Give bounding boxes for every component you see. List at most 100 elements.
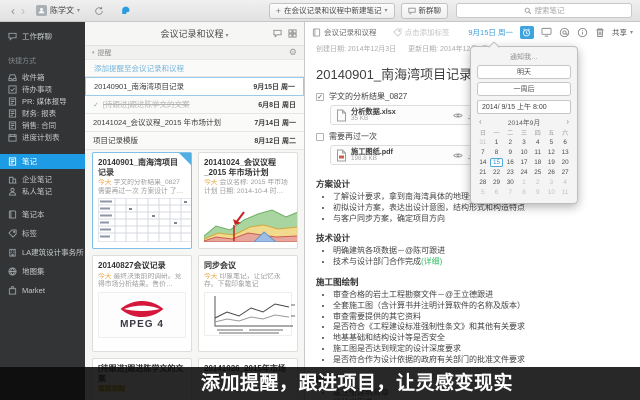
- reminder-datetime-input[interactable]: 2014/ 9/15 上午 8:00: [477, 100, 571, 114]
- gear-icon[interactable]: ⚙: [289, 48, 297, 57]
- note-card[interactable]: 同步会议 今天 印象笔记，让记忆永存。下载印象笔记: [198, 255, 298, 352]
- checkbox-unchecked[interactable]: [316, 132, 324, 141]
- preview-eye-icon[interactable]: [453, 152, 463, 159]
- calendar-day[interactable]: 9: [503, 148, 517, 157]
- calendar-day[interactable]: 6: [558, 138, 572, 147]
- calendar-day[interactable]: 4: [558, 178, 572, 187]
- calendar-day[interactable]: 31: [476, 138, 490, 147]
- calendar-day[interactable]: 3: [545, 178, 559, 187]
- search-input[interactable]: 搜索笔记: [456, 3, 632, 18]
- attachment-pdf[interactable]: 施工图纸.pdf 198.8 KB: [330, 145, 482, 165]
- calendar-day[interactable]: 26: [545, 168, 559, 177]
- reminders-section-header[interactable]: ▾ 提醒 ⚙: [85, 46, 304, 60]
- calendar-day[interactable]: 30: [503, 178, 517, 187]
- sidebar-item-todos[interactable]: 待办事项: [0, 83, 85, 95]
- sidebar-item-business-notes[interactable]: 企业笔记: [0, 173, 85, 185]
- calendar-day[interactable]: 18: [531, 158, 545, 167]
- calendar-day[interactable]: 14: [476, 158, 490, 167]
- sidebar-item-business[interactable]: LA建筑设计事务所: [0, 243, 85, 262]
- reminder-row-done[interactable]: ✓ [待跟进]跟进陈学文的文案 6月8日 周日: [85, 96, 304, 114]
- calendar-day[interactable]: 12: [545, 148, 559, 157]
- calendar-day[interactable]: 11: [558, 188, 572, 197]
- sidebar-item-notebooks[interactable]: 笔记本: [0, 205, 85, 224]
- calendar-day[interactable]: 7: [503, 188, 517, 197]
- sidebar-item-pr[interactable]: PR: 媒体报导: [0, 95, 85, 107]
- calendar-day[interactable]: 3: [517, 138, 531, 147]
- calendar-day[interactable]: 2: [503, 138, 517, 147]
- in-a-week-button[interactable]: 一周后: [477, 82, 571, 96]
- calendar-day[interactable]: 2: [531, 178, 545, 187]
- add-tag-field[interactable]: 点击添加标签: [392, 27, 450, 38]
- sidebar-item-inbox[interactable]: 收件箱: [0, 71, 85, 83]
- check-icon[interactable]: ✓: [93, 101, 99, 109]
- calendar-day[interactable]: 23: [503, 168, 517, 177]
- detail-link[interactable]: (详细): [421, 257, 442, 266]
- account-menu[interactable]: 陈学文 ▾: [36, 5, 80, 16]
- calendar-day[interactable]: 22: [490, 168, 504, 177]
- calendar-day[interactable]: 29: [490, 178, 504, 187]
- calendar-day[interactable]: 24: [517, 168, 531, 177]
- calendar-day[interactable]: 5: [476, 188, 490, 197]
- sidebar-item-atlas[interactable]: 地图集: [0, 262, 85, 281]
- notebook-picker[interactable]: 会议记录和议程: [312, 27, 377, 38]
- calendar-day[interactable]: 13: [558, 148, 572, 157]
- sidebar-item-work-chat[interactable]: 工作群聊: [0, 29, 85, 43]
- calendar-day[interactable]: 8: [517, 188, 531, 197]
- info-icon[interactable]: [577, 27, 588, 38]
- tomorrow-button[interactable]: 明天: [477, 65, 571, 79]
- reminder-row[interactable]: 20141024_会议议程_2015 年市场计划 7月14日 周一: [85, 114, 304, 132]
- evernote-elephant-icon[interactable]: [120, 5, 132, 17]
- calendar-day[interactable]: 16: [503, 158, 517, 167]
- new-note-button[interactable]: + 在会议记录和议程中新建笔记 ▾: [268, 2, 395, 19]
- sidebar-item-schedule[interactable]: 进度计划表: [0, 131, 85, 143]
- view-options-icon[interactable]: [288, 29, 297, 38]
- calendar-day[interactable]: 4: [531, 138, 545, 147]
- preview-eye-icon[interactable]: [453, 112, 463, 119]
- next-month-button[interactable]: ›: [566, 118, 569, 126]
- note-card[interactable]: 20140827会议记录 今天 最终决策前的调研。竞得市场分析结果。售价… MP…: [92, 255, 192, 352]
- calendar-day[interactable]: 17: [517, 158, 531, 167]
- forward-button[interactable]: ›: [18, 5, 28, 17]
- sidebar-item-notes[interactable]: 笔记: [0, 154, 85, 169]
- calendar-day[interactable]: 25: [531, 168, 545, 177]
- calendar-day[interactable]: 11: [531, 148, 545, 157]
- calendar-day[interactable]: 9: [531, 188, 545, 197]
- sidebar-item-market[interactable]: Market: [0, 281, 85, 300]
- calendar-day[interactable]: 1: [490, 138, 504, 147]
- calendar-day[interactable]: 5: [545, 138, 559, 147]
- sidebar-item-personal-notes[interactable]: 私人笔记: [0, 185, 85, 197]
- calendar-day[interactable]: 10: [545, 188, 559, 197]
- note-chat-icon[interactable]: [273, 29, 282, 38]
- new-chat-button[interactable]: 新群聊: [400, 2, 448, 19]
- presentation-icon[interactable]: [541, 27, 552, 37]
- trash-icon[interactable]: [595, 27, 605, 38]
- calendar-day[interactable]: 8: [490, 148, 504, 157]
- reminder-clock-icon[interactable]: [519, 25, 534, 39]
- reminder-row-selected[interactable]: 20140901_南海湾项目记录 9月15日 周一: [85, 77, 304, 96]
- attachment-xlsx[interactable]: 分析数据.xlsx 35 KB: [330, 105, 482, 125]
- work-chat-share-icon[interactable]: [559, 27, 570, 38]
- checkbox-checked[interactable]: ✓: [316, 92, 324, 101]
- sidebar-item-finance[interactable]: 财务: 报表: [0, 107, 85, 119]
- add-reminder-link[interactable]: 添加提醒至会议记录和议程: [85, 60, 304, 77]
- back-button[interactable]: ‹: [8, 5, 18, 17]
- calendar-day[interactable]: 27: [558, 168, 572, 177]
- share-button[interactable]: 共享 ▾: [612, 27, 633, 38]
- calendar-day[interactable]: 1: [517, 178, 531, 187]
- calendar-day[interactable]: 28: [476, 178, 490, 187]
- notebook-selector[interactable]: 会议记录和议程 ▾: [160, 27, 228, 40]
- calendar-day[interactable]: 15: [489, 158, 504, 167]
- note-card[interactable]: 20141024_会议议程_2015 年市场计划 今天 会议名称: 2015 年…: [198, 152, 298, 249]
- calendar-day[interactable]: 10: [517, 148, 531, 157]
- note-card[interactable]: 20140901_南海湾项目记录 今天 学文的分析结果_0827 需要再过一次 …: [92, 152, 192, 249]
- reminder-date-label[interactable]: 9月15日 周一: [468, 27, 513, 38]
- calendar-day[interactable]: 20: [558, 158, 572, 167]
- sync-icon[interactable]: [94, 6, 104, 16]
- calendar-day[interactable]: 21: [476, 168, 490, 177]
- calendar-day[interactable]: 19: [545, 158, 559, 167]
- sidebar-item-sales[interactable]: 销售: 合同: [0, 119, 85, 131]
- sidebar-item-tags[interactable]: 标签: [0, 224, 85, 243]
- calendar-day[interactable]: 6: [490, 188, 504, 197]
- reminder-row[interactable]: 项目记录模版 8月12日 周二: [85, 132, 304, 150]
- calendar-day[interactable]: 7: [476, 148, 490, 157]
